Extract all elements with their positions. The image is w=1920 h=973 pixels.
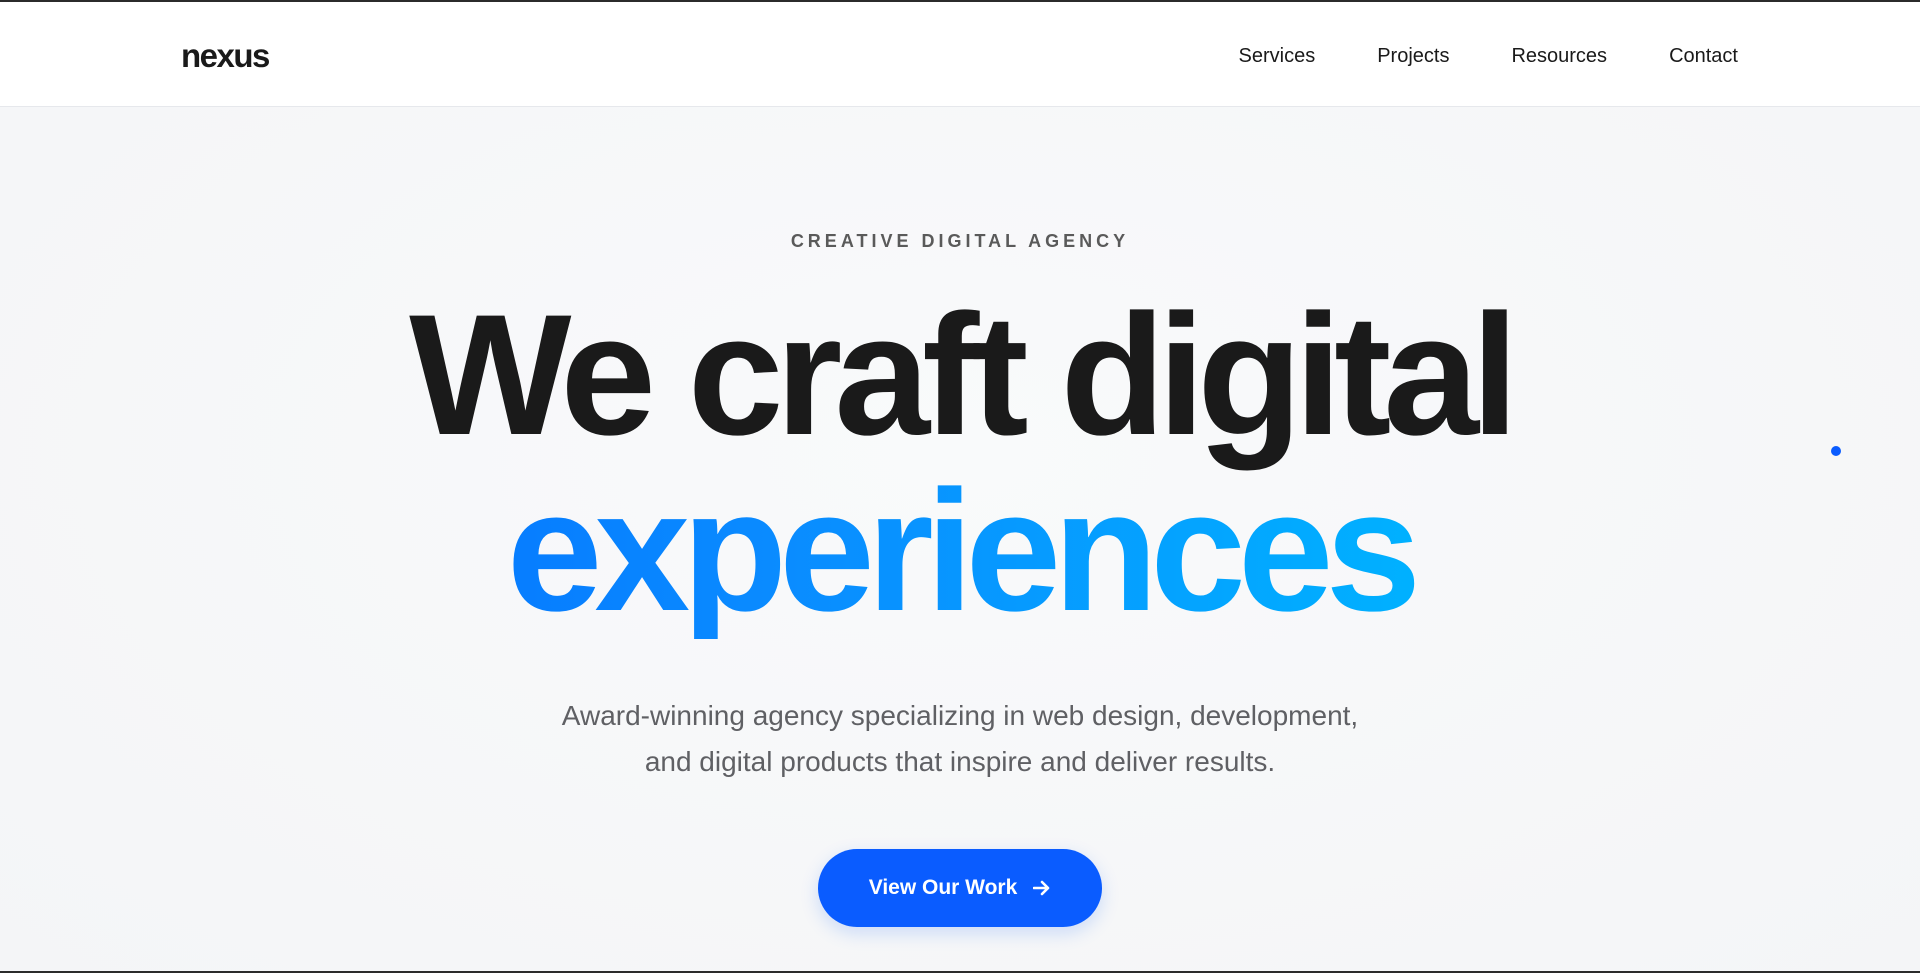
hero-subtitle-line2: and digital products that inspire and de… (644, 746, 1276, 777)
hero-section: CREATIVE DIGITAL AGENCY We craft digital… (0, 107, 1920, 973)
main-nav: Services Projects Resources Contact (1239, 44, 1739, 68)
site-logo[interactable]: nexus (181, 36, 270, 76)
arrow-right-icon (1033, 880, 1051, 896)
hero-subtitle: Award-winning agency specializing in web… (0, 693, 1920, 785)
hero-headline: We craft digital experiences (0, 287, 1920, 639)
nav-item-contact[interactable]: Contact (1669, 44, 1738, 68)
view-our-work-button[interactable]: View Our Work (818, 849, 1102, 927)
cta-label: View Our Work (868, 876, 1018, 899)
site-header: nexus Services Projects Resources Contac… (0, 0, 1920, 107)
nav-item-services[interactable]: Services (1239, 44, 1316, 68)
hero-headline-line2: experiences (0, 463, 1920, 639)
cursor-dot (1831, 446, 1841, 456)
nav-item-resources[interactable]: Resources (1511, 44, 1607, 68)
hero-subtitle-line1: Award-winning agency specializing in web… (561, 700, 1359, 731)
nav-item-projects[interactable]: Projects (1377, 44, 1449, 68)
hero-eyebrow: CREATIVE DIGITAL AGENCY (790, 231, 1130, 251)
hero-headline-line1: We craft digital (409, 279, 1519, 471)
